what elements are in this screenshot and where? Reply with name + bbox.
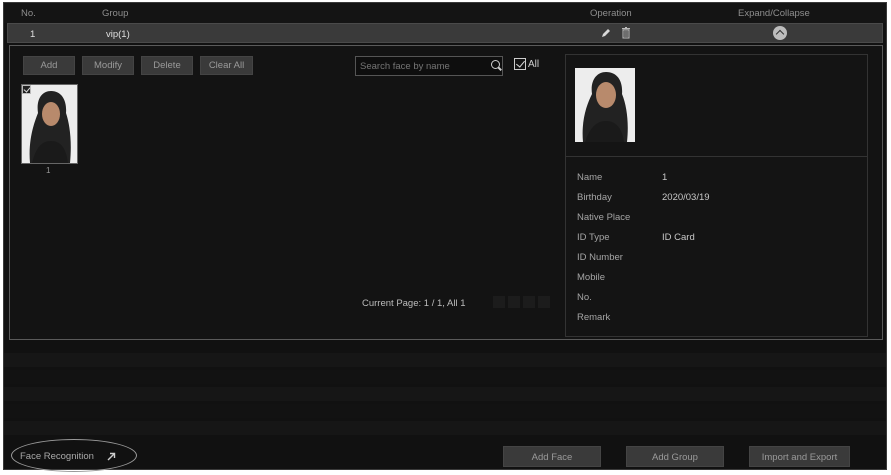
id-type-label: ID Type xyxy=(577,232,610,243)
name-label: Name xyxy=(577,172,603,183)
birthday-value: 2020/03/19 xyxy=(662,192,710,203)
search-icon[interactable] xyxy=(491,60,500,69)
id-type-value: ID Card xyxy=(662,232,695,243)
name-value: 1 xyxy=(662,172,668,183)
select-all-checkbox[interactable] xyxy=(514,58,526,70)
native-place-label: Native Place xyxy=(577,212,631,223)
pencil-icon[interactable] xyxy=(601,28,611,38)
empty-row xyxy=(4,387,886,401)
face-info-photo xyxy=(575,68,635,142)
last-page-button[interactable] xyxy=(538,296,550,308)
face-thumbnail-label: 1 xyxy=(46,166,51,175)
delete-button[interactable]: Delete xyxy=(141,56,193,75)
add-group-button[interactable]: Add Group xyxy=(626,446,724,467)
search-input[interactable] xyxy=(355,56,503,76)
import-export-button[interactable]: Import and Export xyxy=(749,446,850,467)
id-number-label: ID Number xyxy=(577,252,623,263)
header-operation: Operation xyxy=(590,8,632,19)
external-arrow-icon[interactable] xyxy=(107,452,116,461)
face-recognition-link[interactable]: Face Recognition xyxy=(20,451,94,462)
mobile-label: Mobile xyxy=(577,272,605,283)
empty-row xyxy=(4,404,886,418)
header-expand-collapse: Expand/Collapse xyxy=(738,8,810,19)
first-page-button[interactable] xyxy=(493,296,505,308)
modify-button[interactable]: Modify xyxy=(82,56,134,75)
pager-controls[interactable] xyxy=(493,296,561,310)
next-page-button[interactable] xyxy=(523,296,535,308)
select-all-label: All xyxy=(528,59,540,70)
face-photo xyxy=(22,85,77,163)
add-face-button[interactable]: Add Face xyxy=(503,446,601,467)
group-row-no: 1 xyxy=(30,29,36,40)
face-thumbnail[interactable] xyxy=(21,84,78,164)
empty-row xyxy=(4,370,886,384)
prev-page-button[interactable] xyxy=(508,296,520,308)
birthday-label: Birthday xyxy=(577,192,612,203)
empty-row xyxy=(4,353,886,367)
clear-all-button[interactable]: Clear All xyxy=(200,56,253,75)
face-database-window: No. Group Operation Expand/Collapse 1 vi… xyxy=(3,2,887,472)
empty-row xyxy=(4,421,886,435)
pager-status: Current Page: 1 / 1, All 1 xyxy=(362,298,466,309)
collapse-circle-icon[interactable] xyxy=(773,26,787,40)
header-group: Group xyxy=(102,8,129,19)
group-detail-panel: Add Modify Delete Clear All 1 All Curren… xyxy=(9,45,883,340)
group-row[interactable]: 1 vip(1) xyxy=(7,23,883,43)
face-select-checkbox[interactable] xyxy=(22,85,31,94)
number-label: No. xyxy=(577,292,592,303)
header-no: No. xyxy=(21,8,36,19)
trash-icon[interactable] xyxy=(621,27,631,39)
group-table-header: No. Group Operation Expand/Collapse xyxy=(4,3,886,23)
face-info-photo-area xyxy=(566,55,867,157)
remark-label: Remark xyxy=(577,312,611,323)
group-row-name: vip(1) xyxy=(106,29,130,40)
face-info-panel: Name 1 Birthday 2020/03/19 Native Place … xyxy=(565,54,868,337)
add-button[interactable]: Add xyxy=(23,56,75,75)
